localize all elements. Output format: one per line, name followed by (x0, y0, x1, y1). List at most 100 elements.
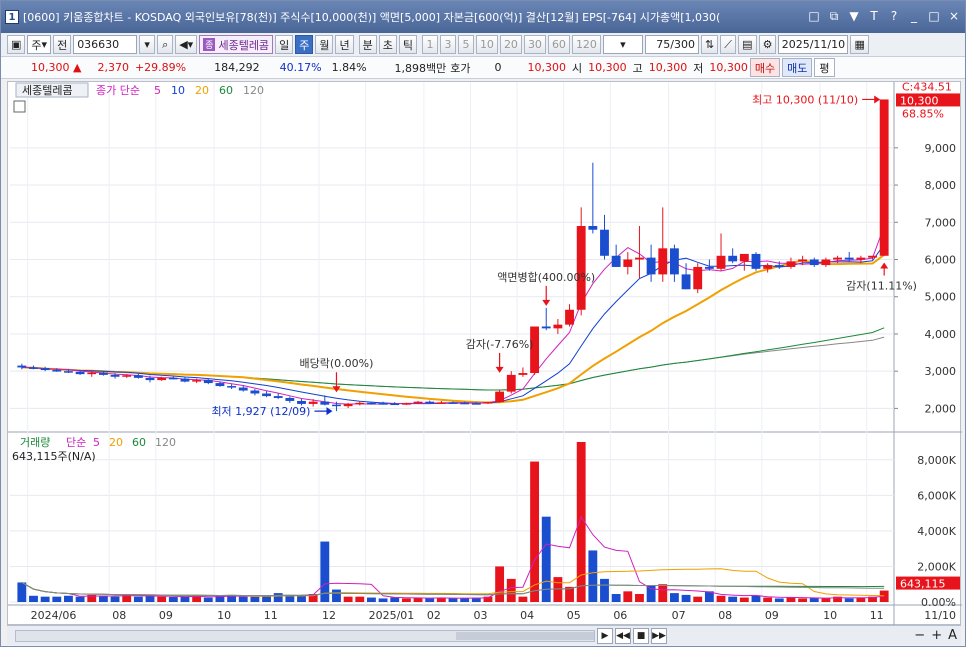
unit-second[interactable]: 초 (378, 35, 397, 54)
period-day[interactable]: 일 (275, 35, 294, 54)
candle-body (495, 391, 505, 403)
right-top-label: C:434.51 (902, 82, 952, 93)
scroll-right-icon[interactable]: ▶ (597, 627, 613, 644)
annotation-label: 최저 1,927 (12/09) (211, 405, 310, 418)
link-icon[interactable]: □ (807, 9, 821, 24)
minute-10[interactable]: 10 (475, 35, 498, 54)
chart-window: 1 [0600] 키움종합차트 - KOSDAQ 외국인보유[78(천)] 주식… (0, 0, 966, 647)
volume-bar (658, 584, 668, 602)
prev-button[interactable]: 전 (53, 35, 72, 54)
candle-body (565, 309, 574, 325)
legend-stock-name: 세종텔레콤 (22, 84, 73, 97)
zoom-out-icon[interactable]: − (914, 628, 925, 643)
ma-120-line (21, 336, 885, 391)
pin-icon[interactable]: ▼ (847, 9, 861, 24)
minute-120[interactable]: 120 (571, 35, 601, 54)
price-axis-label: 5,000 (925, 291, 957, 304)
candle-body (203, 380, 213, 384)
minimize-button[interactable]: _ (907, 9, 921, 24)
chart-area[interactable]: 2,000 3,000 4,000 5,000 6,000 7,000 8,000 9,000… (7, 81, 962, 626)
sell-button[interactable]: 매도 (782, 58, 813, 77)
date-axis-label: 09 (765, 609, 779, 622)
volume-bar (52, 596, 62, 602)
stock-name-tag[interactable]: 종 세종텔레콤 (199, 35, 274, 54)
candle-body (436, 402, 446, 404)
stop-icon[interactable]: ■ (633, 627, 649, 644)
current-price-label: 10,300 (900, 94, 939, 107)
buy-button[interactable]: 매수 (749, 58, 781, 77)
volume-bar (390, 597, 400, 602)
volume-bar (518, 596, 528, 602)
minute-3[interactable]: 3 (439, 35, 456, 54)
price-volume-chart[interactable]: 2,000 3,000 4,000 5,000 6,000 7,000 8,000 9,000… (8, 82, 962, 626)
line-tool-icon[interactable]: ⟋ (720, 35, 737, 54)
candle-body (180, 378, 190, 382)
volume-bar (716, 595, 726, 602)
price-axis-label: 4,000 (925, 328, 957, 341)
period-year[interactable]: 년 (335, 35, 354, 54)
layout-icon[interactable]: ▣ (7, 35, 26, 54)
minute-30[interactable]: 30 (523, 35, 546, 54)
chart-scrollbar[interactable] (15, 629, 595, 642)
volume-bar (739, 597, 749, 602)
help-icon[interactable]: ? (887, 9, 901, 24)
maximize-button[interactable]: □ (927, 9, 941, 24)
candle-body (133, 375, 143, 378)
candle-body (308, 401, 318, 404)
calendar-icon[interactable]: ▦ (850, 35, 869, 54)
candle-body (833, 257, 842, 260)
unit-tick[interactable]: 틱 (398, 35, 417, 54)
minute-5[interactable]: 5 (457, 35, 474, 54)
interval-input[interactable]: ▾ (602, 35, 643, 54)
volume-value: 184,292 (214, 61, 260, 74)
date-input[interactable]: 2025/11/10 (778, 35, 849, 54)
period-week[interactable]: 주 (295, 35, 314, 54)
quote-bar: 10,300 ▲ 2,370 +29.89% 184,292 40.17% 1.… (1, 57, 965, 79)
volume-legend-ma-20: 20 (109, 436, 123, 449)
legend-ma-20: 20 (195, 84, 209, 97)
save-icon[interactable]: ▤ (738, 35, 757, 54)
turnover-ratio: 1.84% (331, 61, 367, 74)
volume-bar (98, 595, 108, 602)
candle-body (751, 253, 761, 269)
volume-bar (378, 598, 388, 602)
volume-legend-ma-120: 120 (155, 436, 176, 449)
minute-20[interactable]: 20 (499, 35, 522, 54)
zoom-in-icon[interactable]: + (931, 628, 942, 643)
candle-body (29, 367, 38, 369)
speaker-icon[interactable]: ◀▾ (175, 35, 198, 54)
scroll-last-icon[interactable]: ▶▶ (651, 627, 667, 644)
scroll-first-icon[interactable]: ◀◀ (615, 627, 631, 644)
candle-type-icon[interactable]: ⇅ (700, 35, 719, 54)
minute-1[interactable]: 1 (421, 35, 438, 54)
settings-gear-icon[interactable]: ⚙ (758, 35, 777, 54)
minute-60[interactable]: 60 (547, 35, 570, 54)
candle-body (87, 372, 97, 375)
volume-bar (366, 597, 376, 602)
unit-minute[interactable]: 분 (358, 35, 377, 54)
volume-bar (180, 596, 190, 602)
volume-ma-20-line (21, 568, 885, 597)
tile-icon[interactable]: ⧉ (827, 9, 841, 24)
annotation-label: 감자(-7.76%) (466, 338, 534, 351)
period-month[interactable]: 월 (315, 35, 334, 54)
candle-body (122, 375, 132, 377)
date-axis-label: 10 (823, 609, 837, 622)
trade-amount: 1,898백만 (394, 61, 447, 75)
candle-body (40, 368, 50, 371)
code-input[interactable]: 036630 (73, 35, 138, 54)
candle-body (390, 403, 400, 406)
market-select[interactable]: 주 ▾ (27, 35, 52, 54)
low-label: 저 (693, 61, 704, 75)
candle-body (763, 265, 773, 269)
volume-bar (401, 598, 411, 602)
search-icon[interactable]: ⌕ (157, 35, 174, 54)
font-icon[interactable]: T (867, 9, 881, 24)
code-dropdown-icon[interactable]: ▾ (139, 35, 156, 54)
average-button[interactable]: 평 (814, 58, 835, 77)
scroll-thumb[interactable] (456, 631, 594, 640)
auto-scale-icon[interactable]: A (948, 628, 957, 643)
count-input[interactable]: 75/300 (644, 35, 699, 54)
close-button[interactable]: × (947, 9, 961, 24)
candle-body (366, 402, 376, 405)
